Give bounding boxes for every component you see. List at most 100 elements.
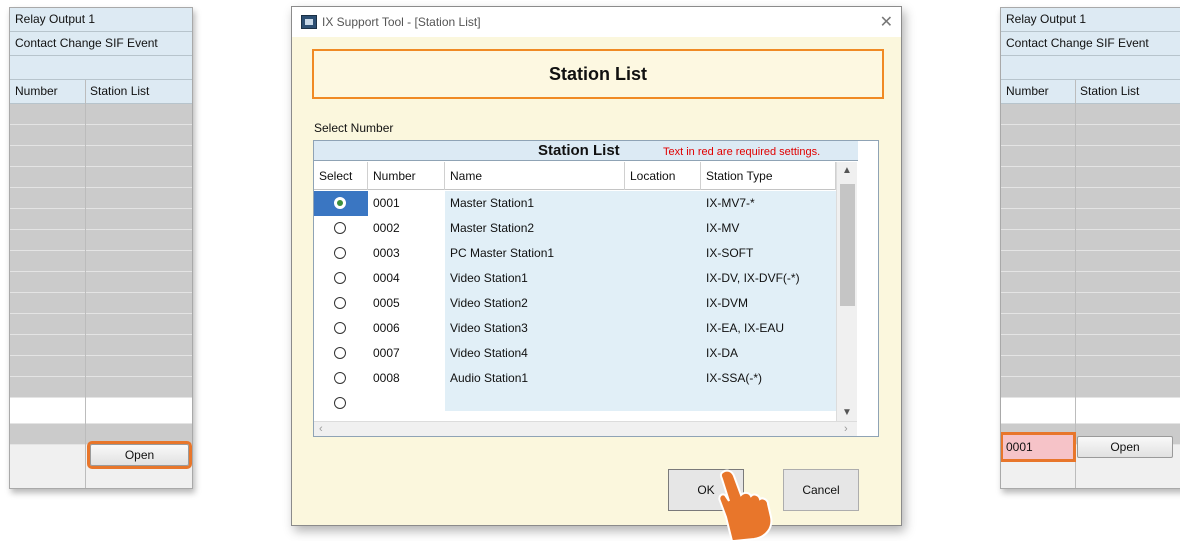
row-name: Video Station3 <box>445 316 625 341</box>
scroll-up-icon[interactable]: ▲ <box>842 165 852 176</box>
column-header-row: Number Station List <box>10 80 192 104</box>
grid-row[interactable] <box>10 424 192 445</box>
radio-button-selected[interactable] <box>334 197 346 209</box>
scroll-right-icon[interactable]: › <box>844 423 848 435</box>
table-row[interactable]: 0004 Video Station1 IX-DV, IX-DVF(-*) <box>314 266 836 291</box>
header-station-type[interactable]: Station Type <box>701 162 836 190</box>
row-location <box>625 241 701 266</box>
row-location <box>625 291 701 316</box>
settings-grid <box>1001 104 1180 445</box>
row-station-type: IX-SOFT <box>701 241 836 266</box>
grid-row[interactable] <box>1001 104 1180 125</box>
open-button[interactable]: Open <box>87 441 192 469</box>
table-row[interactable]: 0001 Master Station1 IX-MV7-* <box>314 191 836 216</box>
number-field[interactable]: 0001 <box>1001 432 1076 462</box>
row-number: 0001 <box>373 196 400 210</box>
row-location <box>625 191 701 216</box>
grid-row[interactable] <box>1001 314 1180 335</box>
header-select[interactable]: Select <box>314 162 368 190</box>
grid-row[interactable] <box>10 125 192 146</box>
active-grid-row[interactable] <box>10 398 192 424</box>
row-name: PC Master Station1 <box>445 241 625 266</box>
radio-button[interactable] <box>334 372 346 384</box>
open-button[interactable]: Open <box>1077 436 1173 458</box>
row-location <box>625 366 701 391</box>
table-row[interactable]: 0006 Video Station3 IX-EA, IX-EAU <box>314 316 836 341</box>
grid-row[interactable] <box>10 314 192 335</box>
radio-button[interactable] <box>334 397 346 409</box>
row-number: 0008 <box>373 371 400 385</box>
blank-header-row <box>1001 56 1180 80</box>
column-number: Number <box>15 84 58 98</box>
right-settings-panel: Relay Output 1 Contact Change SIF Event … <box>1000 7 1180 489</box>
grid-row[interactable] <box>10 335 192 356</box>
header-number[interactable]: Number <box>368 162 445 190</box>
column-divider <box>1075 80 1076 488</box>
select-cell[interactable] <box>314 191 368 216</box>
grid-row[interactable] <box>10 104 192 125</box>
scroll-left-icon[interactable]: ‹ <box>319 423 323 435</box>
grid-row[interactable] <box>1001 167 1180 188</box>
row-station-type: IX-DVM <box>701 291 836 316</box>
grid-row[interactable] <box>10 293 192 314</box>
radio-button[interactable] <box>334 247 346 259</box>
row-station-type: IX-DV, IX-DVF(-*) <box>701 266 836 291</box>
radio-button[interactable] <box>334 322 346 334</box>
relay-output-header: Relay Output 1 <box>10 8 192 32</box>
header-name[interactable]: Name <box>445 162 625 190</box>
radio-button[interactable] <box>334 222 346 234</box>
radio-button[interactable] <box>334 347 346 359</box>
grid-row[interactable] <box>10 377 192 398</box>
column-number: Number <box>1006 84 1049 98</box>
grid-row[interactable] <box>10 251 192 272</box>
table-row[interactable]: 0008 Audio Station1 IX-SSA(-*) <box>314 366 836 391</box>
grid-row[interactable] <box>10 230 192 251</box>
scrollbar-thumb[interactable] <box>840 184 855 306</box>
row-number: 0006 <box>373 321 400 335</box>
radio-button[interactable] <box>334 297 346 309</box>
grid-row[interactable] <box>1001 188 1180 209</box>
grid-row[interactable] <box>1001 125 1180 146</box>
dialog-titlebar[interactable]: IX Support Tool - [Station List] ✕ <box>292 7 901 37</box>
row-number: 0007 <box>373 346 400 360</box>
scroll-down-icon[interactable]: ▼ <box>842 407 852 418</box>
grid-row[interactable] <box>10 209 192 230</box>
table-row[interactable]: 0002 Master Station2 IX-MV <box>314 216 836 241</box>
select-number-label: Select Number <box>314 121 394 135</box>
grid-row[interactable] <box>1001 209 1180 230</box>
grid-row[interactable] <box>1001 335 1180 356</box>
grid-row[interactable] <box>10 167 192 188</box>
grid-row[interactable] <box>1001 356 1180 377</box>
grid-row[interactable] <box>1001 272 1180 293</box>
cancel-button[interactable]: Cancel <box>783 469 859 511</box>
grid-row[interactable] <box>10 188 192 209</box>
row-location <box>625 316 701 341</box>
table-header: Select Number Name Location Station Type <box>314 162 836 190</box>
contact-change-header: Contact Change SIF Event <box>10 32 192 56</box>
radio-button[interactable] <box>334 272 346 284</box>
left-settings-panel: Relay Output 1 Contact Change SIF Event … <box>9 7 193 489</box>
grid-row[interactable] <box>10 356 192 377</box>
grid-row[interactable] <box>1001 377 1180 398</box>
grid-row[interactable] <box>1001 251 1180 272</box>
row-name: Video Station4 <box>445 341 625 366</box>
table-row[interactable]: 0007 Video Station4 IX-DA <box>314 341 836 366</box>
grid-row[interactable] <box>10 146 192 167</box>
dialog-title: IX Support Tool - [Station List] <box>322 15 481 29</box>
grid-row[interactable] <box>10 272 192 293</box>
close-icon[interactable]: ✕ <box>880 12 893 32</box>
table-row-partial[interactable] <box>314 391 836 411</box>
row-name: Master Station2 <box>445 216 625 241</box>
table-row[interactable]: 0005 Video Station2 IX-DVM <box>314 291 836 316</box>
grid-row[interactable] <box>1001 146 1180 167</box>
vertical-scrollbar[interactable]: ▲ ▼ <box>836 162 857 421</box>
active-grid-row[interactable] <box>1001 398 1180 424</box>
row-number: 0005 <box>373 296 400 310</box>
horizontal-scrollbar[interactable]: ‹ › <box>314 421 857 436</box>
row-station-type: IX-EA, IX-EAU <box>701 316 836 341</box>
table-row[interactable]: 0003 PC Master Station1 IX-SOFT <box>314 241 836 266</box>
blank-header-row <box>10 56 192 80</box>
grid-row[interactable] <box>1001 293 1180 314</box>
header-location[interactable]: Location <box>625 162 701 190</box>
grid-row[interactable] <box>1001 230 1180 251</box>
